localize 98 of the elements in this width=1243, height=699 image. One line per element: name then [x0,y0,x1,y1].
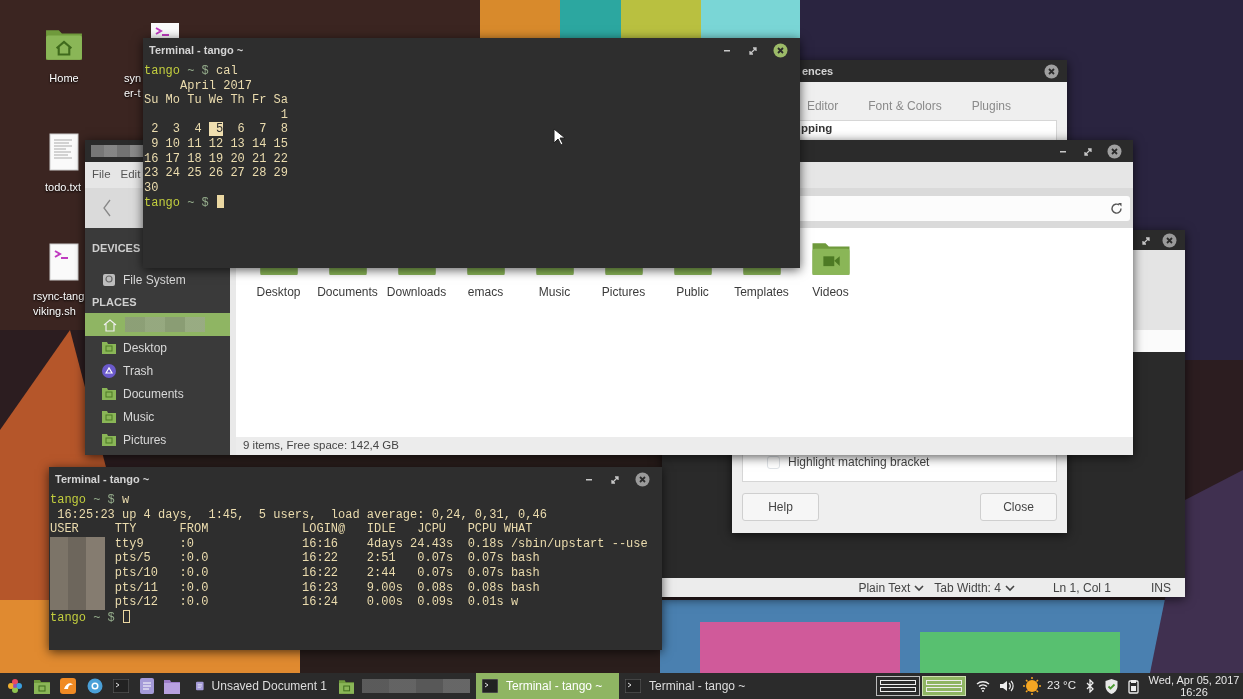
icon-label: syn er-t [124,71,142,101]
terminal-line: 1 [279,107,289,122]
section-header: PLACES [92,294,137,310]
folder-icon [102,410,116,423]
section-header: DEVICES [92,240,141,256]
chevron-down-icon [1004,583,1015,592]
folder-label[interactable]: Videos [812,283,849,301]
terminal-line: 16 17 18 19 20 21 22 [144,151,289,166]
folder-icon [810,240,851,277]
sidebar-item[interactable]: Desktop [85,336,230,359]
close-button[interactable] [773,42,788,58]
mouse-pointer-icon [553,128,565,146]
terminal-line: 16:25:23 up 4 days, 1:45, 5 users, load average: 0,24, 0,31, 0,46 [56,507,547,522]
script-file-icon [150,22,180,38]
workspace-button[interactable] [876,676,921,696]
terminal-line: 30 [144,180,159,195]
temperature-label[interactable]: 23 °C [1047,677,1076,695]
home-icon [102,317,118,332]
folder-icon [102,341,116,354]
checkbox-label: Highlight matching bracket [788,454,930,471]
status-text: 9 items, Free space: 142,4 GB [236,437,1133,455]
clock[interactable]: Wed, Apr 05, 2017 16:26 [1145,674,1243,698]
terminal-line: 9 10 11 12 13 14 15 [150,136,289,151]
sidebar-item[interactable]: File System [85,268,230,291]
terminal-icon [625,679,641,693]
terminal-line: tango ~ $ [50,610,116,625]
folder-icon [102,387,116,400]
script-file-icon [49,243,79,281]
terminal-line: 23 24 25 26 27 28 29 [144,166,289,181]
dialog-button[interactable]: Help [742,493,819,521]
terminal-icon[interactable] [113,679,129,693]
text-file-icon [49,133,79,171]
icon-label: todo.txt [45,180,82,195]
dropdown-button[interactable]: Plain Text [858,578,925,597]
terminal-line: tango ~ $ w [50,493,130,507]
window-title: ences [802,63,834,79]
sidebar-item[interactable]: Documents [85,382,230,405]
taskbar-button[interactable]: Terminal - tango ~ [619,673,762,699]
bluetooth-icon[interactable] [1085,679,1095,693]
icon-label: Home [49,71,79,86]
refresh-icon[interactable] [1110,201,1123,215]
terminal-line: pts/10 :0.0 16:22 2:44 0.07s 0.07s bash [113,565,540,580]
folder-label[interactable]: emacs [467,283,504,301]
terminal-line: 2 3 4 5 6 7 8 [150,122,289,137]
document-icon[interactable] [139,678,154,694]
terminal-line: pts/5 :0.0 16:22 2:51 0.07s 0.07s bash [113,551,540,566]
status-text: INS [1151,579,1171,597]
terminal-line: pts/12 :0.0 16:24 0.00s 0.09s 0.01s w [113,595,519,610]
window-title: Terminal - tango ~ [55,471,150,487]
menu-item[interactable]: Edit [120,166,141,184]
icon-label: rsync-tang viking.sh [33,289,85,319]
folder-icon [339,678,355,694]
folder-icon[interactable] [164,678,180,694]
folder-label[interactable]: Pictures [601,283,646,301]
browser-icon[interactable] [60,678,76,694]
volume-icon[interactable] [999,680,1015,692]
back-button[interactable] [101,198,113,218]
folder-label[interactable]: Public [676,283,709,301]
recycle-icon [102,363,116,378]
terminal-line: tango ~ $ [144,196,210,211]
close-button[interactable] [1107,143,1122,159]
taskbar-button[interactable]: Unsaved Document 1 [190,673,333,699]
sidebar-item[interactable]: Pictures [85,428,230,451]
terminal-line: tty9 :0 16:16 4days 24.43s 0.18s /sbin/upstart --use [113,536,648,551]
folder-icon[interactable] [33,678,50,694]
drive-icon [102,272,116,287]
folder-label[interactable]: Templates [734,283,789,301]
dialog-button[interactable]: Close [980,493,1057,521]
shield-icon[interactable] [1104,677,1119,695]
terminal-line: USER TTY FROM LOGIN@ IDLE JCPU PCPU WHAT [50,522,533,537]
close-button[interactable] [1162,232,1177,248]
terminal-line: pts/11 :0.0 16:23 9.00s 0.08s 0.08s bash [113,580,540,595]
menu-icon[interactable] [7,678,23,694]
terminal-line: tango ~ $ cal [144,64,238,78]
wifi-icon[interactable] [976,680,991,692]
sidebar-item[interactable]: Trash [85,359,230,382]
folder-label[interactable]: Desktop [256,283,301,301]
workspace-button[interactable] [922,676,967,696]
folder-label[interactable]: Music [538,283,571,301]
folder-label[interactable]: Downloads [386,283,447,301]
sun-icon[interactable] [1023,677,1042,695]
globe-icon[interactable] [86,678,103,694]
terminal-icon [482,679,498,693]
sidebar-item[interactable]: Music [85,405,230,428]
status-text: Ln 1, Col 1 [1052,579,1111,597]
window-title: Terminal - tango ~ [149,42,244,58]
terminal-line: April 2017 [179,78,253,93]
close-button[interactable] [635,471,650,487]
section-heading: pping [800,121,834,135]
folder-icon [102,433,116,446]
folder-label[interactable]: Documents [317,283,378,301]
chevron-down-icon [914,583,925,592]
terminal-line: Su Mo Tu We Th Fr Sa [144,93,289,108]
checkbox[interactable] [767,455,780,469]
menu-item[interactable]: File [92,166,111,184]
dropdown-button[interactable]: Tab Width: 4 [934,578,1015,597]
clipboard-icon[interactable] [1128,678,1139,694]
close-button[interactable] [1044,63,1059,79]
